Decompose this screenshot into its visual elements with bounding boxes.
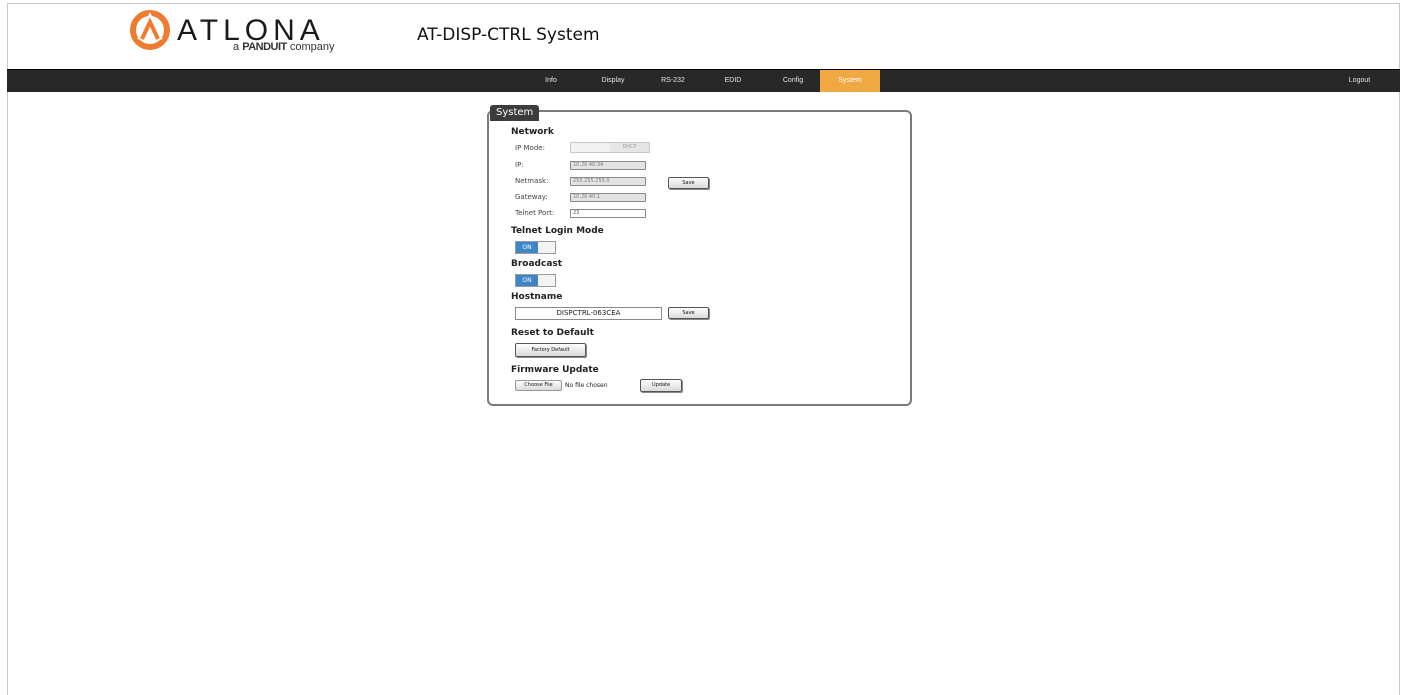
netmask-label: Netmask: (515, 177, 549, 185)
telnet-login-heading: Telnet Login Mode (511, 226, 604, 236)
broadcast-heading: Broadcast (511, 259, 563, 269)
nav-tab-info[interactable]: Info (527, 70, 575, 92)
ip-mode-label: IP Mode: (515, 144, 545, 152)
ip-mode-dhcp-option[interactable]: DHCP (610, 143, 649, 152)
telnet-login-off-area (538, 242, 555, 253)
nav-tab-config[interactable]: Config (767, 70, 819, 92)
nav-tab-system[interactable]: System (820, 70, 880, 92)
telnet-login-toggle[interactable]: ON (515, 241, 556, 254)
hostname-save-button[interactable]: Save (668, 307, 709, 319)
telnet-login-state: ON (516, 242, 538, 253)
factory-default-button[interactable]: Factory Default (515, 343, 586, 357)
tagline-suffix: company (289, 41, 335, 53)
firmware-heading: Firmware Update (511, 365, 599, 375)
network-heading: Network (511, 127, 554, 137)
choose-file-button[interactable]: Choose File (515, 380, 562, 391)
gateway-label: Gateway: (515, 193, 548, 201)
ip-mode-toggle[interactable]: DHCP (570, 142, 650, 153)
reset-heading: Reset to Default (511, 328, 594, 338)
header: ATLONA a PANDUIT company AT-DISP-CTRL Sy… (0, 0, 1407, 68)
telnet-port-field[interactable]: 23 (570, 209, 646, 218)
firmware-update-button[interactable]: Update (640, 379, 682, 392)
broadcast-state: ON (516, 275, 538, 286)
ip-label: IP: (515, 161, 524, 169)
brand-tagline: a PANDUIT company (233, 41, 334, 53)
tagline-prefix: a (233, 41, 240, 53)
telnet-port-label: Telnet Port: (515, 209, 555, 217)
netmask-field[interactable]: 255.255.255.0 (570, 177, 646, 186)
nav-bar: Info Display RS-232 EDID Config System L… (7, 69, 1400, 92)
logout-link[interactable]: Logout (1337, 70, 1382, 92)
nav-tab-edid[interactable]: EDID (710, 70, 756, 92)
atlona-logo-icon (130, 10, 170, 50)
system-panel (487, 110, 912, 406)
gateway-field[interactable]: 10.20.40.1 (570, 193, 646, 202)
hostname-field[interactable]: DISPCTRL-063CEA (515, 307, 662, 320)
tagline-brand: PANDUIT (242, 41, 287, 53)
page-title: AT-DISP-CTRL System (417, 25, 600, 45)
ip-field[interactable]: 10.20.40.34 (570, 161, 646, 170)
file-status-text: No file chosen (565, 382, 608, 389)
system-panel-legend: System (490, 105, 540, 121)
broadcast-toggle[interactable]: ON (515, 274, 556, 287)
hostname-heading: Hostname (511, 292, 563, 302)
network-save-button[interactable]: Save (668, 177, 709, 189)
broadcast-off-area (538, 275, 555, 286)
ip-mode-static-option[interactable] (571, 143, 610, 152)
nav-tab-rs232[interactable]: RS-232 (647, 70, 699, 92)
nav-tab-display[interactable]: Display (587, 70, 639, 92)
